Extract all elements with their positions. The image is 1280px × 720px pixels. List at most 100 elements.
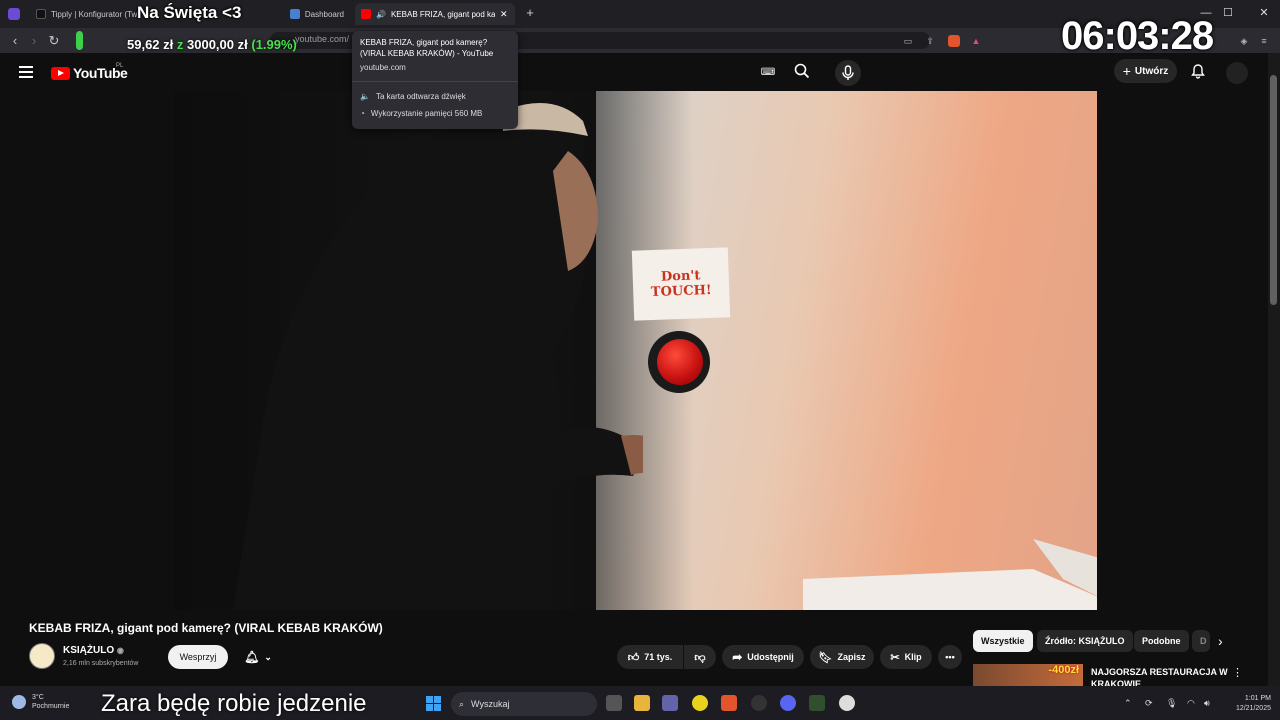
new-tab-button[interactable]: + <box>522 5 538 21</box>
save-button[interactable]: 🔖︎ Zapisz <box>810 645 874 669</box>
tooltip-audio-row: 🔈 Ta karta odtwarza dźwięk <box>360 88 510 105</box>
brave-rewards-icon[interactable]: ▲ <box>970 35 982 47</box>
start-windows-icon[interactable] <box>426 696 441 711</box>
share-icon[interactable]: ⇪ <box>924 35 936 47</box>
more-actions-button[interactable]: ••• <box>938 645 962 669</box>
search-icon: ⌕ <box>459 698 465 709</box>
voice-search-button[interactable] <box>835 60 861 86</box>
tab-tipply[interactable]: Tipply | Konfigurator (Tw <box>30 3 140 25</box>
volume-icon[interactable]: 🔊︎ <box>1204 698 1210 709</box>
tab-youtube-active[interactable]: 🔊 KEBAB FRIZA, gigant pod kam ✕ <box>355 3 515 25</box>
taskbar-search[interactable]: ⌕ Wyszukaj <box>451 692 597 716</box>
tray-sync-icon[interactable]: ⟳ <box>1145 698 1153 709</box>
weather-temp: 3°C <box>32 694 44 701</box>
discord-icon[interactable] <box>780 695 796 711</box>
video-player[interactable]: Don't TOUCH! <box>173 91 1097 610</box>
create-button[interactable]: + Utwórz <box>1114 59 1177 83</box>
taskbar-clock[interactable]: 1:01 PM 12/21/2025 <box>1225 694 1271 714</box>
wifi-icon[interactable]: ◠ <box>1187 698 1195 709</box>
share-arrow-icon: ➦ <box>732 650 743 664</box>
steam-icon[interactable] <box>751 695 767 711</box>
video-red-button <box>657 339 703 385</box>
tab-dashboard[interactable]: Dashboard <box>250 3 350 25</box>
page-scrollbar[interactable] <box>1268 53 1280 686</box>
tooltip-title: KEBAB FRIZA, gigant pod kamerę? (VIRAL K… <box>360 38 494 58</box>
tooltip-domain: youtube.com <box>360 63 406 72</box>
search-icon[interactable] <box>792 63 812 83</box>
app-yellow-icon[interactable] <box>692 695 708 711</box>
vpn-icon[interactable]: ◈ <box>1238 35 1250 47</box>
subscribe-bell-button[interactable]: 🔔︎ ⌄ <box>235 645 281 669</box>
thumbs-up-icon: 👍︎ <box>627 651 640 664</box>
keyboard-icon[interactable]: ⌨ <box>758 63 778 83</box>
channel-name[interactable]: KSIĄŻULO ◉ <box>63 645 124 656</box>
maximize-button[interactable]: ☐ <box>1220 6 1236 20</box>
bookmark-icon: 🔖︎ <box>818 651 833 664</box>
donation-amount: 59,62 zł <box>127 37 174 52</box>
reload-icon[interactable]: ↻ <box>45 32 63 50</box>
thumbnail-badge-text: -400zł <box>1048 664 1079 676</box>
support-label: Wesprzyj <box>179 652 217 662</box>
app-green-icon[interactable] <box>809 695 825 711</box>
bell-icon: 🔔︎ <box>244 650 260 664</box>
menu-icon[interactable]: ≡ <box>1258 35 1270 47</box>
teams-icon[interactable] <box>662 695 678 711</box>
scrollbar-thumb[interactable] <box>1270 75 1277 305</box>
microphone-icon <box>842 65 854 80</box>
chips-next-icon[interactable]: › <box>1218 633 1223 649</box>
recommended-video-thumbnail[interactable]: -400zł <box>973 664 1083 686</box>
speaker-icon: 🔊 <box>376 9 386 19</box>
close-window-button[interactable]: ✕ <box>1256 6 1272 20</box>
cloud-icon <box>12 695 26 709</box>
taskbar-date: 12/21/2025 <box>1235 705 1271 712</box>
tray-mic-icon[interactable]: 🎙︎ <box>1166 698 1177 709</box>
chip-all[interactable]: Wszystkie <box>973 630 1033 652</box>
forward-icon[interactable]: › <box>25 32 43 50</box>
app-white-icon[interactable] <box>839 695 855 711</box>
brave-browser-icon[interactable] <box>721 695 737 711</box>
chip-similar[interactable]: Podobne <box>1134 630 1189 652</box>
file-explorer-icon[interactable] <box>634 695 650 711</box>
speaker-icon: 🔈 <box>360 92 370 101</box>
back-icon[interactable]: ‹ <box>6 32 24 50</box>
donation-sep: z <box>176 37 184 52</box>
channel-avatar[interactable] <box>29 643 55 669</box>
hamburger-menu-icon[interactable] <box>19 66 33 78</box>
sign-line-1: Don't <box>660 268 701 285</box>
account-avatar[interactable] <box>1226 62 1248 84</box>
cast-icon[interactable]: ▭ <box>902 35 914 47</box>
video-sink <box>803 539 1097 610</box>
chip-more[interactable]: D <box>1192 630 1210 652</box>
taskbar-search-text: Wyszukaj <box>471 699 510 709</box>
url-text[interactable]: youtube.com/ <box>295 34 349 44</box>
tray-chevron-up-icon[interactable]: ⌃ <box>1124 698 1132 709</box>
recommended-video-title[interactable]: NAJGORSZA RESTAURACJA W KRAKOWIE <box>1091 666 1231 688</box>
chip-source[interactable]: Źródło: KSIĄŻULO <box>1037 630 1133 652</box>
donation-percent: (1.99%) <box>251 37 297 52</box>
recommendation-menu-icon[interactable]: ⋮ <box>1232 666 1243 679</box>
donation-goal-overlay: 59,62 zł z 3000,00 zł (1.99%) <box>127 37 297 52</box>
tab-label: Tipply | Konfigurator (Tw <box>51 9 138 19</box>
youtube-favicon-icon <box>361 9 371 19</box>
brave-shield-icon[interactable] <box>948 35 960 47</box>
chevron-down-icon: ⌄ <box>264 651 272 662</box>
dislike-button[interactable]: 👎︎ <box>684 645 716 669</box>
weather-widget[interactable]: 3°C Pochmurnie <box>12 693 69 711</box>
stream-clock-overlay: 06:03:28 <box>1061 14 1214 58</box>
youtube-play-icon <box>51 66 70 80</box>
memory-icon: ◔ <box>360 109 365 118</box>
scissors-icon: ✂ <box>890 651 900 664</box>
tooltip-audio-text: Ta karta odtwarza dźwięk <box>375 92 466 101</box>
video-title: KEBAB FRIZA, gigant pod kamerę? (VIRAL K… <box>29 621 383 635</box>
tab-close-icon[interactable]: ✕ <box>500 9 508 20</box>
task-view-icon[interactable] <box>606 695 622 711</box>
browser-menu-icon[interactable] <box>8 8 20 20</box>
support-button[interactable]: Wesprzyj <box>168 645 228 669</box>
like-button[interactable]: 👍︎ 71 tys. <box>617 645 683 669</box>
clip-button[interactable]: ✂ Klip <box>880 645 932 669</box>
tooltip-memory-row: ◔ Wykorzystanie pamięci 560 MB <box>360 105 510 122</box>
goal-progress-indicator <box>76 31 83 50</box>
notifications-bell-icon[interactable] <box>1188 63 1208 83</box>
like-count: 71 tys. <box>644 652 673 662</box>
share-button[interactable]: ➦ Udostępnij <box>722 645 804 669</box>
